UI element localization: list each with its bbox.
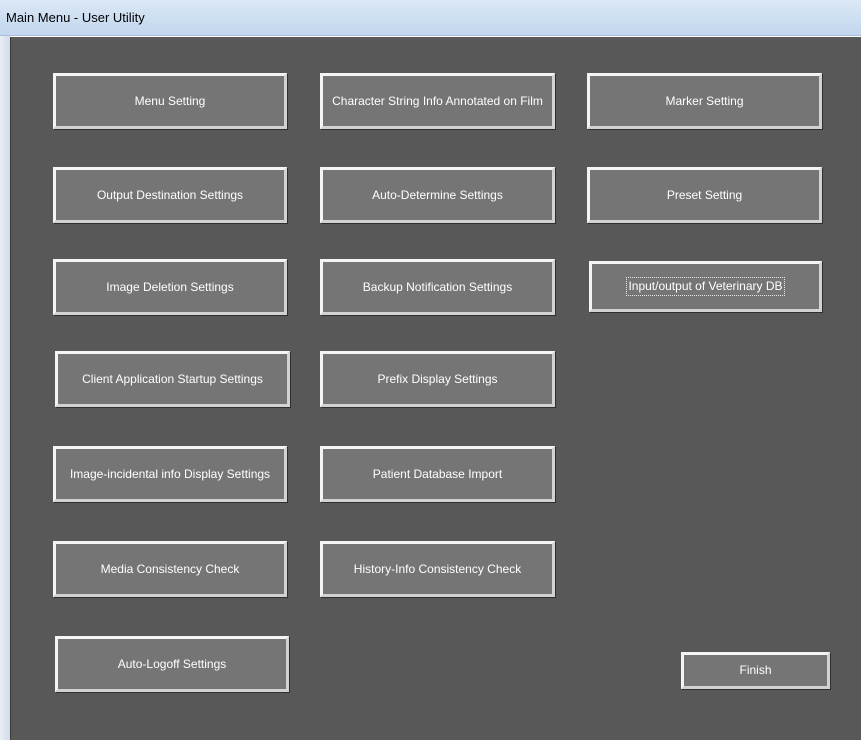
character-string-info-button[interactable]: Character String Info Annotated on Film (320, 73, 555, 129)
image-deletion-settings-label: Image Deletion Settings (106, 279, 234, 294)
menu-setting-button[interactable]: Menu Setting (53, 73, 287, 129)
input-output-veterinary-db-button[interactable]: Input/output of Veterinary DB (589, 261, 822, 312)
input-output-veterinary-db-label: Input/output of Veterinary DB (626, 277, 785, 296)
prefix-display-settings-button[interactable]: Prefix Display Settings (320, 351, 555, 407)
preset-setting-label: Preset Setting (666, 187, 743, 202)
client-application-startup-settings-label: Client Application Startup Settings (82, 371, 263, 386)
finish-button[interactable]: Finish (681, 652, 830, 689)
output-destination-settings-button[interactable]: Output Destination Settings (53, 167, 287, 223)
image-deletion-settings-button[interactable]: Image Deletion Settings (53, 259, 287, 315)
menu-setting-label: Menu Setting (134, 93, 206, 108)
patient-database-import-button[interactable]: Patient Database Import (320, 446, 555, 502)
window-frame-left (0, 36, 10, 740)
client-application-startup-settings-button[interactable]: Client Application Startup Settings (55, 351, 290, 407)
prefix-display-settings-label: Prefix Display Settings (377, 371, 498, 386)
preset-setting-button[interactable]: Preset Setting (587, 167, 822, 223)
history-info-consistency-check-button[interactable]: History-Info Consistency Check (320, 541, 555, 597)
marker-setting-label: Marker Setting (665, 93, 744, 108)
marker-setting-button[interactable]: Marker Setting (587, 73, 822, 129)
title-bar[interactable]: Main Menu - User Utility (0, 0, 861, 36)
image-incidental-info-display-settings-button[interactable]: Image-incidental info Display Settings (53, 446, 287, 502)
finish-label: Finish (739, 663, 772, 677)
output-destination-settings-label: Output Destination Settings (96, 187, 244, 202)
media-consistency-check-label: Media Consistency Check (100, 561, 240, 576)
character-string-info-label: Character String Info Annotated on Film (332, 93, 543, 108)
media-consistency-check-button[interactable]: Media Consistency Check (53, 541, 287, 597)
backup-notification-settings-label: Backup Notification Settings (362, 279, 513, 294)
patient-database-import-label: Patient Database Import (372, 466, 503, 481)
window-title: Main Menu - User Utility (6, 10, 145, 25)
auto-logoff-settings-label: Auto-Logoff Settings (117, 656, 227, 671)
backup-notification-settings-button[interactable]: Backup Notification Settings (320, 259, 555, 315)
auto-determine-settings-button[interactable]: Auto-Determine Settings (320, 167, 555, 223)
image-incidental-info-display-settings-label: Image-incidental info Display Settings (69, 466, 271, 481)
auto-determine-settings-label: Auto-Determine Settings (372, 187, 503, 202)
user-utility-window: Main Menu - User Utility Menu Setting Ou… (0, 0, 861, 740)
auto-logoff-settings-button[interactable]: Auto-Logoff Settings (55, 636, 289, 692)
history-info-consistency-check-label: History-Info Consistency Check (353, 561, 522, 576)
